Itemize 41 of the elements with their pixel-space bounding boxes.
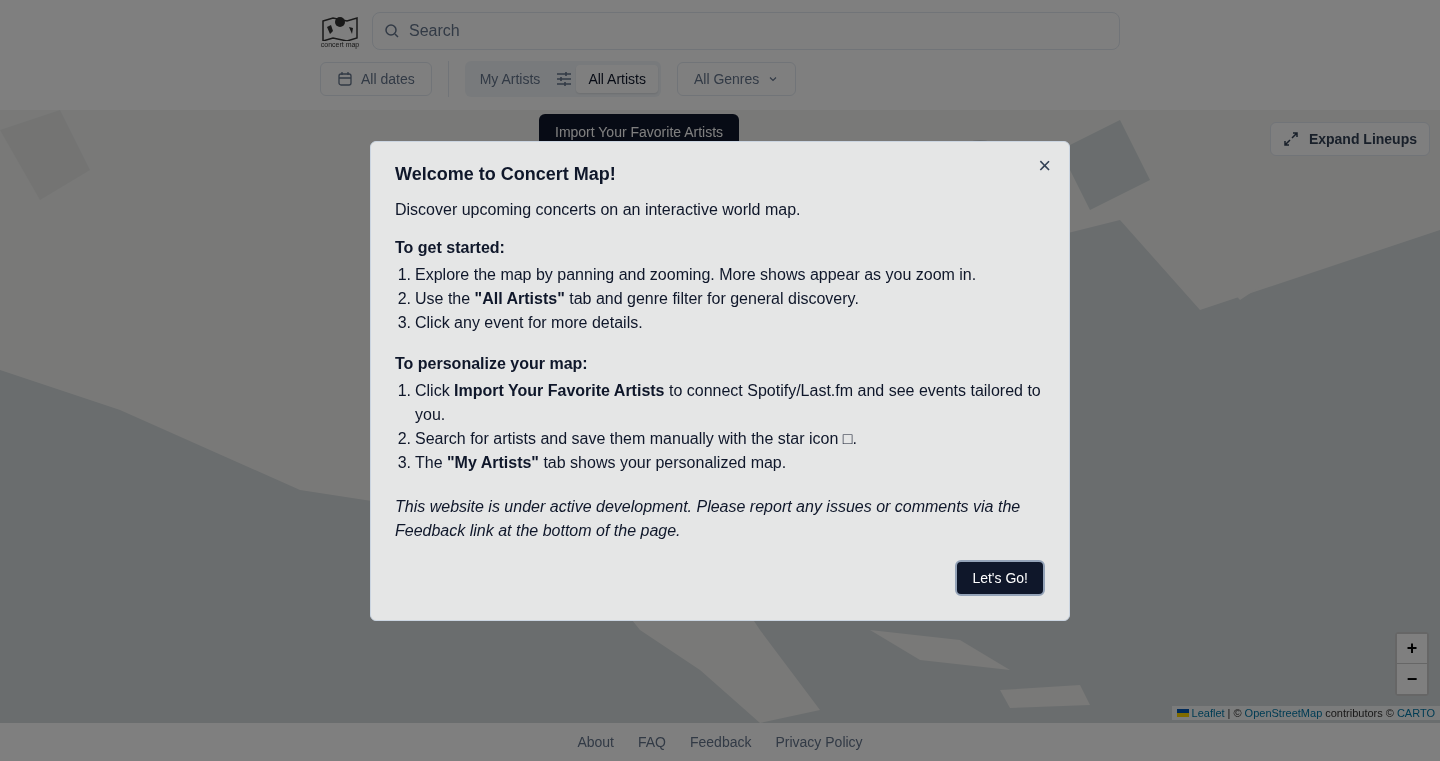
step-text: Click Import Your Favorite Artists to connect Spotify/Last.fm and see events tailored to you.: [415, 381, 1042, 425]
calendar-icon: [337, 71, 353, 87]
step-number: 1.: [396, 381, 411, 401]
step-number: 3.: [396, 313, 411, 333]
intro-text: Discover upcoming concerts on an interactive world map.: [395, 201, 802, 219]
step-text: Use the "All Artists" tab and genre filter for general discovery.: [415, 289, 859, 309]
tab[interactable]: My Artists: [467, 65, 553, 93]
note-text: This website is under active development. Please report any issues or comments via the Feedback link at the bottom of the page.: [395, 497, 1022, 541]
expand-lineups-button[interactable]: Expand Lineups: [1269, 122, 1430, 156]
tab[interactable]: All Artists: [576, 65, 658, 93]
lets-go-button[interactable]: Let's Go!: [955, 560, 1045, 596]
carto-link[interactable]: CARTO: [1396, 707, 1435, 719]
close-button[interactable]: ×: [1034, 156, 1055, 176]
section-heading: To get started:: [395, 239, 506, 257]
map-pin-icon: [321, 14, 359, 41]
date-filter-button[interactable]: All dates: [320, 62, 432, 96]
footer-link[interactable]: Privacy Policy: [775, 734, 863, 750]
step-text: The "My Artists" tab shows your personalized map.: [415, 453, 787, 473]
search-icon: [384, 23, 400, 39]
attribution-text: | ©: [1227, 707, 1242, 719]
section-heading: To personalize your map:: [395, 355, 589, 373]
footer-link[interactable]: Feedback: [690, 734, 752, 750]
step-number: 2.: [396, 429, 411, 449]
genre-dropdown[interactable]: All Genres: [676, 62, 797, 96]
flag-icon: [1176, 709, 1189, 717]
zoom-in-button[interactable]: +: [1397, 634, 1427, 664]
attribution-text: contributors ©: [1325, 707, 1394, 719]
dialog-title: Welcome to Concert Map!: [395, 164, 617, 185]
step-number: 2.: [396, 289, 411, 309]
sliders-icon[interactable]: [556, 71, 573, 87]
step-number: 1.: [396, 265, 411, 285]
footer-link[interactable]: About: [577, 734, 614, 750]
footer-link[interactable]: FAQ: [637, 734, 666, 750]
search-field[interactable]: Search: [372, 12, 1120, 50]
openstreetmap-link[interactable]: OpenStreetMap: [1244, 707, 1323, 719]
step-text: Explore the map by panning and zooming. More shows appear as you zoom in.: [415, 265, 977, 285]
step-text: Click any event for more details.: [415, 313, 643, 333]
step-number: 3.: [396, 453, 411, 473]
step-text: Search for artists and save them manually with the star icon □.: [415, 429, 857, 449]
expand-icon: [1282, 131, 1299, 147]
leaflet-link[interactable]: Leaflet: [1191, 707, 1225, 719]
